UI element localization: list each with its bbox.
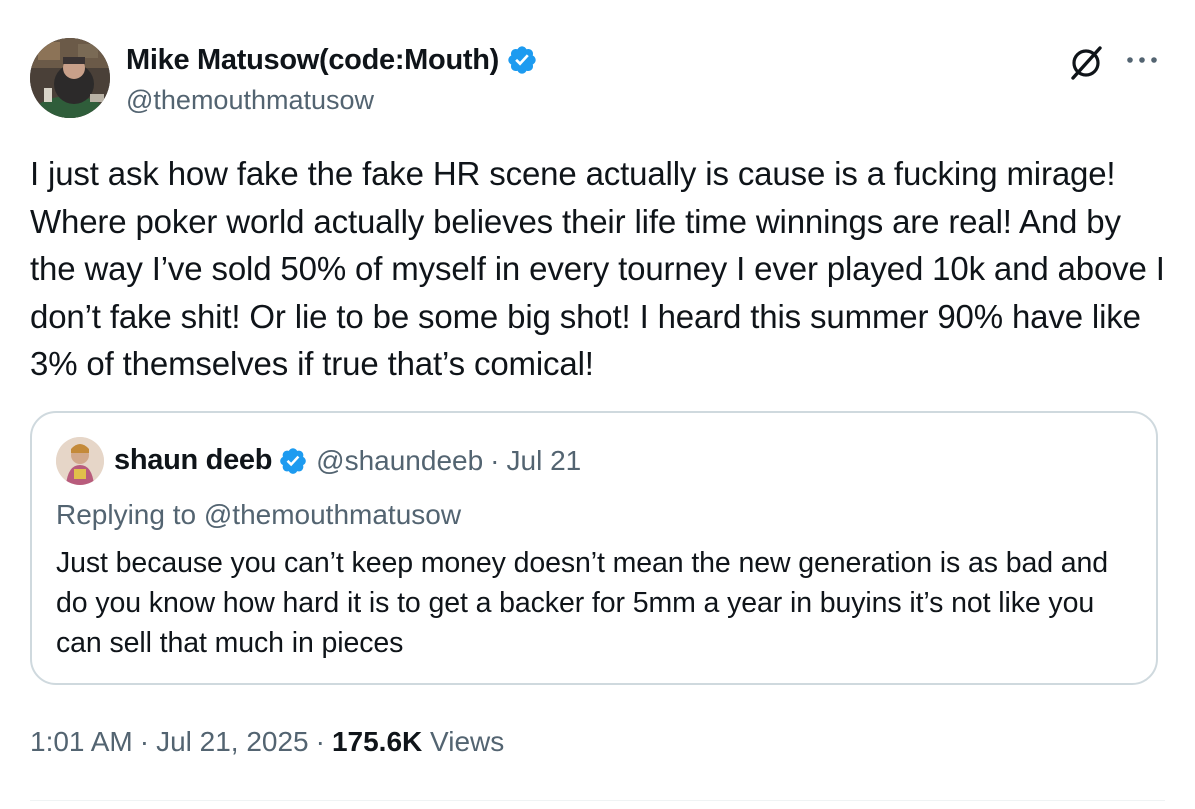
- tweet-time[interactable]: 1:01 AM: [30, 726, 133, 757]
- quoted-tweet-card[interactable]: shaun deeb @shaundeeb · Jul 21 Replying …: [30, 411, 1158, 685]
- quoted-replying-to: Replying to @themouthmatusow: [56, 499, 462, 530]
- meta-separator: ·: [315, 726, 325, 757]
- more-horizontal-icon[interactable]: [1124, 50, 1160, 70]
- tweet-date[interactable]: Jul 21, 2025: [156, 726, 309, 757]
- quoted-handle[interactable]: @shaundeeb: [316, 445, 483, 477]
- verified-badge-icon[interactable]: [278, 446, 308, 476]
- quoted-tweet-text: Just because you can’t keep money doesn’…: [56, 547, 1109, 659]
- quoted-author-avatar[interactable]: [56, 437, 104, 485]
- author-avatar-image: [30, 38, 110, 118]
- quoted-author-avatar-image: [56, 437, 104, 485]
- tweet: Mike Matusow(code:Mouth) @themouthmatuso…: [0, 0, 1195, 809]
- divider: [30, 800, 1165, 801]
- views-label: Views: [430, 726, 505, 757]
- quoted-display-name[interactable]: shaun deeb: [114, 444, 272, 477]
- tweet-meta: 1:01 AM · Jul 21, 2025 · 175.6K Views: [30, 724, 504, 760]
- author-name-row: Mike Matusow(code:Mouth): [126, 40, 538, 80]
- author-avatar[interactable]: [30, 38, 110, 118]
- views-count[interactable]: 175.6K: [332, 726, 422, 757]
- author-display-name[interactable]: Mike Matusow(code:Mouth): [126, 40, 499, 80]
- quoted-separator: ·: [490, 444, 500, 476]
- quoted-header: shaun deeb @shaundeeb · Jul 21: [114, 444, 581, 477]
- quoted-date[interactable]: Jul 21: [507, 445, 582, 477]
- author-handle[interactable]: @themouthmatusow: [126, 82, 374, 118]
- meta-separator: ·: [139, 726, 150, 757]
- grok-icon[interactable]: [1066, 43, 1106, 83]
- verified-badge-icon[interactable]: [506, 44, 538, 76]
- tweet-text: I just ask how fake the fake HR scene ac…: [30, 155, 1165, 382]
